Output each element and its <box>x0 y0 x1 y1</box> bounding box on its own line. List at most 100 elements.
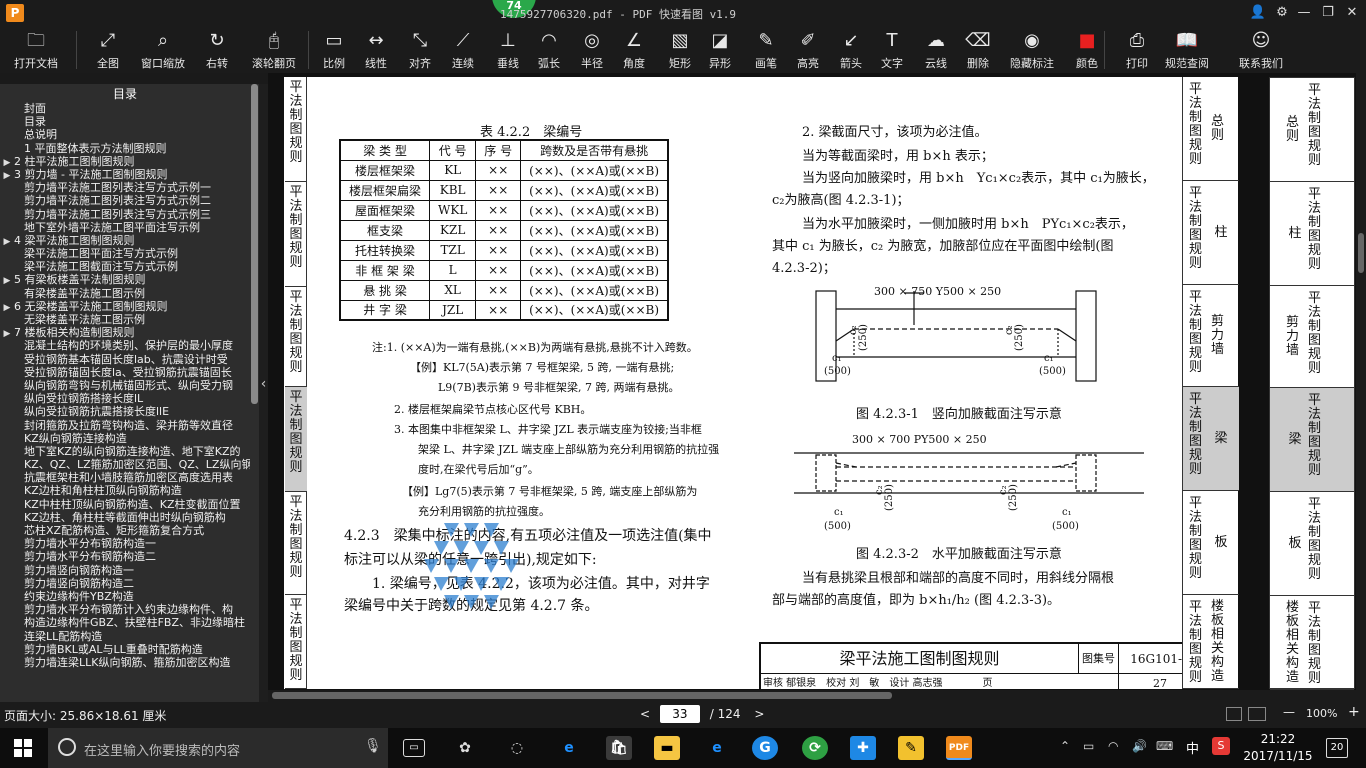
toolbar-folder-button[interactable]: 🗀 打开文档 <box>6 27 66 73</box>
outline-item[interactable]: 连梁LL配筋构造 <box>0 630 250 643</box>
toolbar-scale-button[interactable]: ▭ 比例 <box>316 27 352 73</box>
section-tab[interactable]: 平法制图规则 总则 <box>1183 77 1239 181</box>
toolbar-mouse-button[interactable]: 🖰 滚轮翻页 <box>244 27 304 73</box>
store-icon[interactable]: 🛍 <box>606 736 632 760</box>
browser-app-icon[interactable]: ◌ <box>504 736 530 760</box>
expand-arrow-icon[interactable]: ▶ <box>0 170 14 181</box>
outline-item[interactable]: 无梁楼盖平法施工图示例 <box>0 313 250 326</box>
outline-item[interactable]: KZ边柱、角柱柱等截面伸出时纵向钢筋构 <box>0 511 250 524</box>
toolbar-pen-button[interactable]: ✎ 画笔 <box>748 27 784 73</box>
sidebar-scrollbar[interactable] <box>250 84 259 702</box>
toolbar-highlight-button[interactable]: ✐ 高亮 <box>788 27 828 73</box>
toolbar-eraser-button[interactable]: ⌫ 删除 <box>960 27 996 73</box>
zoom-level[interactable]: 100% <box>1306 707 1337 720</box>
outline-item[interactable]: ▶ 6 无梁楼盖平法施工图制图规则 <box>0 300 250 313</box>
outline-item[interactable]: 纵向受拉钢筋抗震搭接长度llE <box>0 405 250 418</box>
expand-arrow-icon[interactable]: ▶ <box>0 328 14 339</box>
outline-item[interactable]: 芯柱XZ配筋构造、矩形箍筋复合方式 <box>0 524 250 537</box>
outline-item[interactable]: 剪力墙平法施工图列表注写方式示例一 <box>0 181 250 194</box>
section-tab[interactable]: 平法制图规则板 <box>1183 491 1239 595</box>
thumbnail-tab[interactable]: 梁平法制图规则 <box>1270 388 1354 492</box>
toolbar-align-button[interactable]: ⤡ 对齐 <box>402 27 438 73</box>
thumbnail-tab[interactable]: 楼板相关构造 平法制图规则 <box>1270 596 1354 690</box>
vertical-scroll-thumb[interactable] <box>1358 233 1364 273</box>
toolbar-perpendicular-button[interactable]: ⊥ 垂线 <box>490 27 526 73</box>
clock-time[interactable]: 21:22 <box>1243 732 1313 746</box>
vertical-scrollbar[interactable] <box>1356 73 1366 702</box>
outline-item[interactable]: 封闭箍筋及拉筋弯钩构造、梁并筋等效直径 <box>0 419 250 432</box>
outline-item[interactable]: 梁平法施工图平面注写方式示例 <box>0 247 250 260</box>
taskbar-search-box[interactable]: 在这里输入你要搜索的内容 🎙 <box>48 728 388 768</box>
toolbar-polygon-button[interactable]: ◪ 异形 <box>702 27 738 73</box>
toolbar-cloud-button[interactable]: ☁ 云线 <box>918 27 954 73</box>
outline-item[interactable]: 剪力墙竖向钢筋构造一 <box>0 564 250 577</box>
chevron-up-icon[interactable]: ⌃ <box>1060 739 1070 753</box>
expand-arrow-icon[interactable]: ▶ <box>0 302 14 313</box>
toolbar-rectangle-button[interactable]: ▧ 矩形 <box>662 27 698 73</box>
outline-item[interactable]: ▶ 7 楼板相关构造制图规则 <box>0 326 250 339</box>
expand-arrow-icon[interactable]: ▶ <box>0 275 14 286</box>
outline-item[interactable]: 有梁楼盖平法施工图示例 <box>0 287 250 300</box>
notes-app-icon[interactable]: ✎ <box>898 736 924 760</box>
outline-item[interactable]: ▶ 4 梁平法施工图制图规则 <box>0 234 250 247</box>
outline-item[interactable]: 构造边缘构件GBZ、扶壁柱FBZ、非边缘暗柱 <box>0 616 250 629</box>
ime-indicator[interactable]: 中 <box>1186 738 1199 757</box>
outline-item[interactable]: 封面 <box>0 102 250 115</box>
zoom-out-button[interactable]: — <box>1283 705 1295 719</box>
outline-item[interactable]: 纵向受拉钢筋搭接长度lL <box>0 392 250 405</box>
section-tab[interactable]: 平法制图规则 剪力墙 <box>1183 285 1239 387</box>
outline-item[interactable]: 1 平面整体表示方法制图规则 <box>0 142 250 155</box>
section-tab[interactable]: 平法制图规则柱 <box>1183 181 1239 285</box>
pdf-page[interactable]: 平法制图规则 平法制图规则 平法制图规则 平法制图规则 平法制图规则 平法制图规则 表 4… <box>284 77 1198 689</box>
toolbar-print-button[interactable]: ⎙ 打印 <box>1120 27 1154 73</box>
toolbar-zoom-button[interactable]: ⌕ 窗口缩放 <box>134 27 192 73</box>
outline-item[interactable]: 总说明 <box>0 128 250 141</box>
notification-center-button[interactable]: 20 <box>1326 738 1348 758</box>
toolbar-arc-button[interactable]: ◠ 弧长 <box>530 27 568 73</box>
task-view-icon[interactable]: ▭ <box>403 739 425 757</box>
prev-page-button[interactable]: < <box>640 707 650 721</box>
outline-item[interactable]: 地下室外墙平法施工图平面注写示例 <box>0 221 250 234</box>
restore-button[interactable]: ❐ <box>1318 3 1338 23</box>
thumbnail-strip[interactable]: 总则 平法制图规则柱平法制图规则 剪力墙 平法制图规则梁平法制图规则板平法制图规则 楼板… <box>1263 73 1356 702</box>
pdf-viewer-taskbar-icon[interactable]: PDF <box>946 736 972 760</box>
wifi-icon[interactable]: ◠ <box>1108 739 1118 753</box>
outline-item[interactable]: 纵向钢筋弯钩与机械锚固形式、纵向受力钢 <box>0 379 250 392</box>
user-icon[interactable]: 👤 <box>1248 3 1268 23</box>
toolbar-rotate-button[interactable]: ↻ 右转 <box>200 27 234 73</box>
keyboard-icon[interactable]: ⌨ <box>1156 739 1173 753</box>
blue-app-icon[interactable]: ✚ <box>850 736 876 760</box>
horizontal-scroll-thumb[interactable] <box>272 692 892 699</box>
outline-item[interactable]: ▶ 2 柱平法施工图制图规则 <box>0 155 250 168</box>
fan-app-icon[interactable]: ✿ <box>452 736 478 760</box>
thumbnail-page[interactable]: 总则 平法制图规则柱平法制图规则 剪力墙 平法制图规则梁平法制图规则板平法制图规则 楼板… <box>1269 77 1355 690</box>
thumbnail-tab[interactable]: 剪力墙 平法制图规则 <box>1270 286 1354 388</box>
outline-item[interactable]: 梁平法施工图截面注写方式示例 <box>0 260 250 273</box>
toolbar-linear-button[interactable]: ↔ 线性 <box>358 27 394 73</box>
thumbnail-tab[interactable]: 总则 平法制图规则 <box>1270 78 1354 182</box>
toolbar-book-button[interactable]: 📖 规范查阅 <box>1160 27 1214 73</box>
expand-arrow-icon[interactable]: ▶ <box>0 157 14 168</box>
outline-item[interactable]: KZ纵向钢筋连接构造 <box>0 432 250 445</box>
outline-item[interactable]: KZ边柱和角柱柱顶纵向钢筋构造 <box>0 484 250 497</box>
settings-icon[interactable]: ⚙ <box>1272 3 1292 23</box>
outline-item[interactable]: 约束边缘构件YBZ构造 <box>0 590 250 603</box>
outline-item[interactable]: 剪力墙BKL或AL与LL重叠时配筋构造 <box>0 643 250 656</box>
outline-item[interactable]: 剪力墙水平分布钢筋计入约束边缘构件、构 <box>0 603 250 616</box>
thumbnail-tab[interactable]: 柱平法制图规则 <box>1270 182 1354 286</box>
outline-item[interactable]: 剪力墙连梁LLK纵向钢筋、箍筋加密区构造 <box>0 656 250 669</box>
toolbar-angle-button[interactable]: ∠ 角度 <box>616 27 652 73</box>
outline-item[interactable]: 剪力墙平法施工图列表注写方式示例三 <box>0 208 250 221</box>
edge-icon[interactable]: e <box>556 736 582 760</box>
outline-item[interactable]: ▶ 5 有梁板楼盖平法制图规则 <box>0 273 250 286</box>
volume-icon[interactable]: 🔊 <box>1132 739 1147 753</box>
next-page-button[interactable]: > <box>754 707 764 721</box>
outline-item[interactable]: KZ中柱柱顶纵向钢筋构造、KZ柱变截面位置 <box>0 498 250 511</box>
outline-item[interactable]: 抗震框架柱和小墙肢箍筋加密区高度选用表 <box>0 471 250 484</box>
outline-item[interactable]: KZ、QZ、LZ箍筋加密区范围、QZ、LZ纵向钢 <box>0 458 250 471</box>
green-app-icon[interactable]: ⟳ <box>802 736 828 760</box>
outline-item[interactable]: 受拉钢筋锚固长度la、受拉钢筋抗震锚固长 <box>0 366 250 379</box>
zoom-in-button[interactable]: + <box>1348 704 1360 720</box>
page-number-input[interactable]: 33 <box>659 705 700 723</box>
outline-item[interactable]: 混凝土结构的环境类别、保护层的最小厚度 <box>0 339 250 352</box>
